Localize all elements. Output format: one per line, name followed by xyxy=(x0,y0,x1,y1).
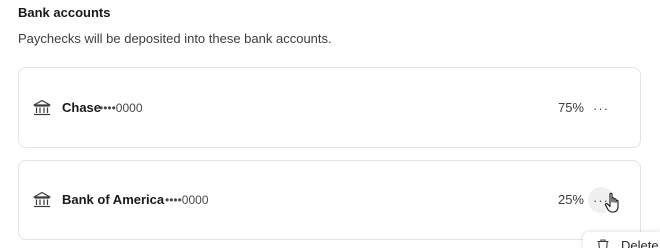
menu-item-delete[interactable]: Delete xyxy=(583,232,660,248)
bank-name: Chase xyxy=(62,100,102,115)
bank-account-card-bank-of-america: Bank of America ••••0000 25% ··· xyxy=(18,160,641,240)
bank-accounts-page: Bank accounts Paychecks will be deposite… xyxy=(0,0,660,248)
more-options-button[interactable]: ··· xyxy=(588,187,614,213)
trash-icon xyxy=(597,239,609,248)
bank-account-card-chase: Chase ••••0000 75% ··· xyxy=(18,67,641,148)
bank-name: Bank of America xyxy=(62,192,165,207)
more-options-button[interactable]: ··· xyxy=(588,95,614,121)
masked-account-number: ••••0000 xyxy=(165,193,209,207)
section-title: Bank accounts xyxy=(18,5,111,20)
deposit-percent: 75% xyxy=(557,100,584,115)
bank-icon xyxy=(33,191,51,209)
section-subtitle: Paychecks will be deposited into these b… xyxy=(18,31,332,46)
masked-account-number: ••••0000 xyxy=(99,101,143,115)
bank-icon xyxy=(33,99,51,117)
menu-item-delete-label: Delete xyxy=(621,238,659,248)
deposit-percent: 25% xyxy=(557,192,584,207)
